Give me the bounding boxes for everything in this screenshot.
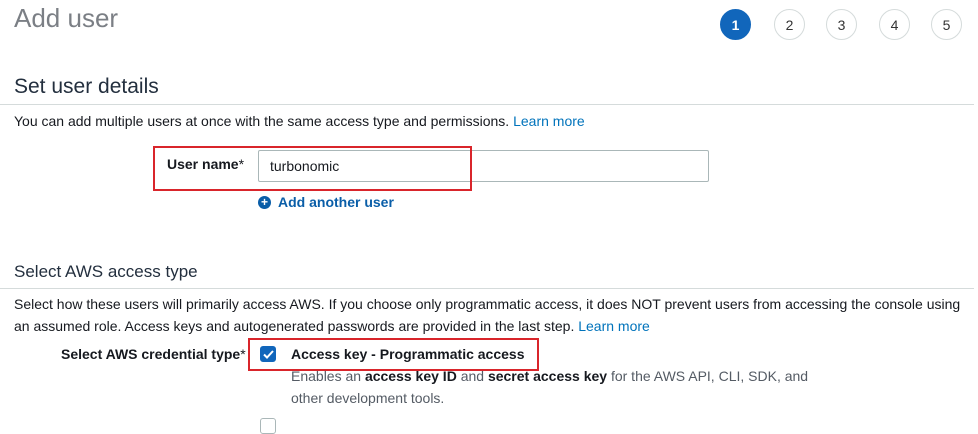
step-1[interactable]: 1 bbox=[720, 9, 751, 40]
step-4[interactable]: 4 bbox=[879, 9, 910, 40]
user-name-label: User name* bbox=[167, 156, 244, 172]
learn-more-link[interactable]: Learn more bbox=[578, 318, 650, 334]
access-desc-line1: Select how these users will primarily ac… bbox=[14, 296, 961, 312]
section-divider bbox=[0, 288, 974, 289]
user-name-input[interactable] bbox=[258, 150, 709, 182]
details-desc-text: You can add multiple users at once with … bbox=[14, 113, 510, 129]
section-description: You can add multiple users at once with … bbox=[14, 110, 585, 132]
add-another-user-label: Add another user bbox=[278, 194, 394, 210]
credential-type-label: Select AWS credential type* bbox=[61, 346, 246, 362]
access-desc-line2: an assumed role. Access keys and autogen… bbox=[14, 318, 650, 334]
section-divider bbox=[0, 104, 974, 105]
checkmark-icon bbox=[262, 349, 274, 359]
access-key-option-title[interactable]: Access key - Programmatic access bbox=[291, 346, 524, 362]
plus-circle-icon: + bbox=[258, 195, 271, 209]
access-description: Select how these users will primarily ac… bbox=[14, 293, 974, 337]
step-3[interactable]: 3 bbox=[826, 9, 857, 40]
user-name-label-text: User name bbox=[167, 156, 239, 172]
access-key-option-description: Enables an access key ID and secret acce… bbox=[291, 365, 808, 409]
option-desc-line1: Enables an access key ID and secret acce… bbox=[291, 368, 809, 384]
learn-more-link[interactable]: Learn more bbox=[513, 113, 585, 129]
section-title-access-type: Select AWS access type bbox=[14, 262, 198, 281]
section-title-user-details: Set user details bbox=[14, 75, 159, 98]
console-access-checkbox[interactable] bbox=[260, 418, 276, 434]
required-asterisk: * bbox=[240, 346, 246, 362]
option-desc-line2: other development tools. bbox=[291, 390, 445, 406]
access-key-checkbox[interactable] bbox=[260, 346, 276, 362]
add-another-user-button[interactable]: + Add another user bbox=[258, 194, 394, 210]
wizard-steps: 1 2 3 4 5 bbox=[0, 9, 978, 45]
credential-type-label-text: Select AWS credential type bbox=[61, 346, 241, 362]
step-5[interactable]: 5 bbox=[931, 9, 962, 40]
step-2[interactable]: 2 bbox=[774, 9, 805, 40]
required-asterisk: * bbox=[238, 156, 245, 172]
